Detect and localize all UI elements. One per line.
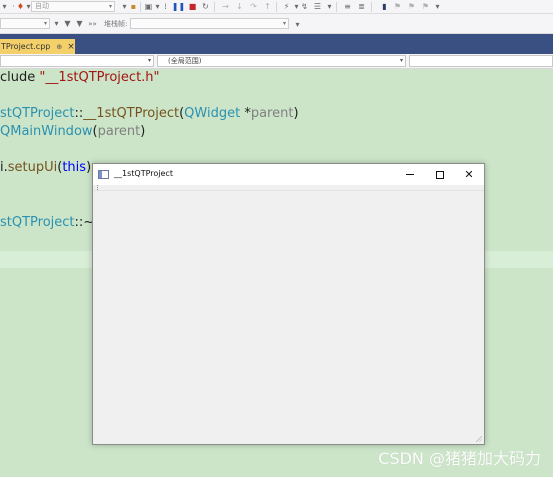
stack-frame-label: 堆栈帧: [104, 20, 128, 28]
code-token: clude [0, 70, 40, 85]
separator [276, 2, 277, 12]
comment-icon[interactable]: ≡ [343, 2, 352, 12]
step-into-icon[interactable]: ↓ [235, 2, 244, 12]
code-token: ) [140, 124, 146, 139]
break-all-icon[interactable]: ⁞ [161, 2, 170, 12]
code-line-destructor: stQTProject::~_ [0, 215, 101, 230]
code-token-param: parent [97, 124, 141, 139]
window-app-icon [98, 170, 109, 179]
bookmark-icon[interactable]: ▮ [380, 2, 389, 12]
watermark: CSDN @猪猪加大码力 [378, 449, 541, 468]
code-token: :: [74, 106, 84, 121]
global-scope-combo[interactable]: (全局范围) ▾ [157, 55, 406, 67]
code-token-keyword: this [62, 160, 87, 175]
app-window-titlebar[interactable]: __1stQTProject ✕ [93, 164, 484, 185]
code-token-function: __1stQTProject [83, 106, 180, 121]
tab-1stqtproject-cpp[interactable]: TProject.cpp ⊕ × [0, 39, 75, 54]
code-token-type: stQTProject [0, 106, 75, 121]
chevron-down-icon: ▾ [43, 20, 47, 27]
configuration-combo[interactable]: 自动 ▾ [31, 1, 115, 12]
chevron-down-icon: ▾ [108, 3, 112, 10]
hot-reload-icon[interactable]: ⚡ [282, 2, 291, 12]
resize-grip-icon[interactable] [475, 435, 482, 442]
code-line-constructor: stQTProject::__1stQTProject(QWidget *par… [0, 106, 299, 121]
code-token-type: stQTProject [0, 215, 75, 230]
editor-navigation-bar: ▾ (全局范围) ▾ [0, 54, 553, 69]
process-combo[interactable]: ▾ [0, 18, 50, 29]
list-icon[interactable]: ☰ [313, 2, 322, 12]
chevron-down-icon: ▾ [282, 20, 286, 27]
document-tab-bar: TProject.cpp ⊕ × [0, 34, 553, 54]
show-next-statement-icon[interactable]: → [221, 2, 230, 12]
toolbar-top: ▾ · ♦ ▾ 自动 ▾ ▾ ▪ ▣ ▾ ⁞ ❚❚ ■ ↻ → ↓ ↷ ↑ ⚡ … [0, 0, 553, 14]
app-window-menubar[interactable] [93, 185, 484, 191]
step-out-icon[interactable]: ↑ [263, 2, 272, 12]
stop-icon[interactable]: ■ [188, 2, 197, 12]
bookmark-next-icon[interactable]: ⚑ [407, 2, 416, 12]
dropdown-arrow-icon[interactable]: ▾ [52, 19, 61, 29]
debug-location-toolbar: ▾ ▾ ▼ ▼ »» 堆栈帧: ▾ ▾ [0, 14, 553, 34]
code-token-param: parent [250, 106, 294, 121]
code-line-include: clude "__1stQTProject.h" [0, 70, 160, 85]
maximize-button[interactable] [425, 164, 455, 185]
separator [214, 2, 215, 12]
app-window[interactable]: __1stQTProject ✕ [92, 163, 485, 445]
close-icon[interactable]: × [67, 42, 75, 52]
chevron-down-icon: ▾ [147, 57, 151, 64]
close-button[interactable]: ✕ [454, 164, 484, 185]
code-token-string: "__1stQTProject.h" [39, 70, 160, 85]
chevron-down-icon: ▾ [399, 57, 403, 64]
minimize-icon [406, 174, 414, 175]
stack-frame-combo[interactable]: ▾ [130, 18, 289, 29]
member-combo[interactable] [409, 55, 553, 67]
separator [140, 2, 141, 12]
code-token-function: setupUi [7, 160, 58, 175]
dropdown-arrow-icon[interactable]: ▾ [120, 2, 129, 12]
minimize-button[interactable] [395, 164, 425, 185]
code-token-type: QWidget [184, 106, 241, 121]
step-over-icon[interactable]: ↷ [249, 2, 258, 12]
dropdown-arrow-icon[interactable]: ▾ [293, 20, 302, 30]
filter-thread-icon[interactable]: ▼ [75, 19, 84, 29]
code-token-type: QMainWindow [0, 124, 93, 139]
code-token: * [240, 106, 251, 121]
bookmark-folder-icon[interactable]: ⚑ [421, 2, 430, 12]
toolbar-grip-icon [97, 185, 100, 190]
maximize-icon [436, 170, 444, 179]
code-line-base-init: QMainWindow(parent) [0, 124, 145, 139]
restart-icon[interactable]: ↻ [201, 2, 210, 12]
filter-icon[interactable]: ▼ [63, 19, 72, 29]
dropdown-arrow-icon[interactable]: ▾ [325, 2, 334, 12]
code-token: ) [293, 106, 299, 121]
separator [371, 2, 372, 12]
code-token: i. [0, 160, 8, 175]
uncomment-icon[interactable]: ≣ [357, 2, 366, 12]
pin-icon[interactable]: ⊕ [56, 43, 62, 51]
dropdown-arrow-icon[interactable]: ▾ [0, 2, 9, 12]
tab-label: TProject.cpp [1, 42, 51, 51]
diagnostics-icon[interactable]: ↯ [300, 2, 309, 12]
folder-icon[interactable]: ▪ [129, 2, 138, 12]
separator [336, 2, 337, 12]
code-line-setupui: i.setupUi(this); [0, 160, 96, 175]
screenshot-icon[interactable]: ▣ [144, 2, 153, 12]
flag-threads-icon[interactable]: »» [88, 19, 97, 29]
bookmark-prev-icon[interactable]: ⚑ [393, 2, 402, 12]
dropdown-arrow-icon[interactable]: ▾ [433, 2, 442, 12]
configuration-combo-value: 自动 [35, 2, 49, 10]
pause-icon[interactable]: ❚❚ [172, 2, 185, 12]
close-icon: ✕ [464, 168, 474, 181]
project-scope-combo[interactable]: ▾ [0, 55, 154, 67]
global-scope-value: (全局范围) [168, 57, 202, 65]
app-window-title: __1stQTProject [114, 169, 173, 178]
